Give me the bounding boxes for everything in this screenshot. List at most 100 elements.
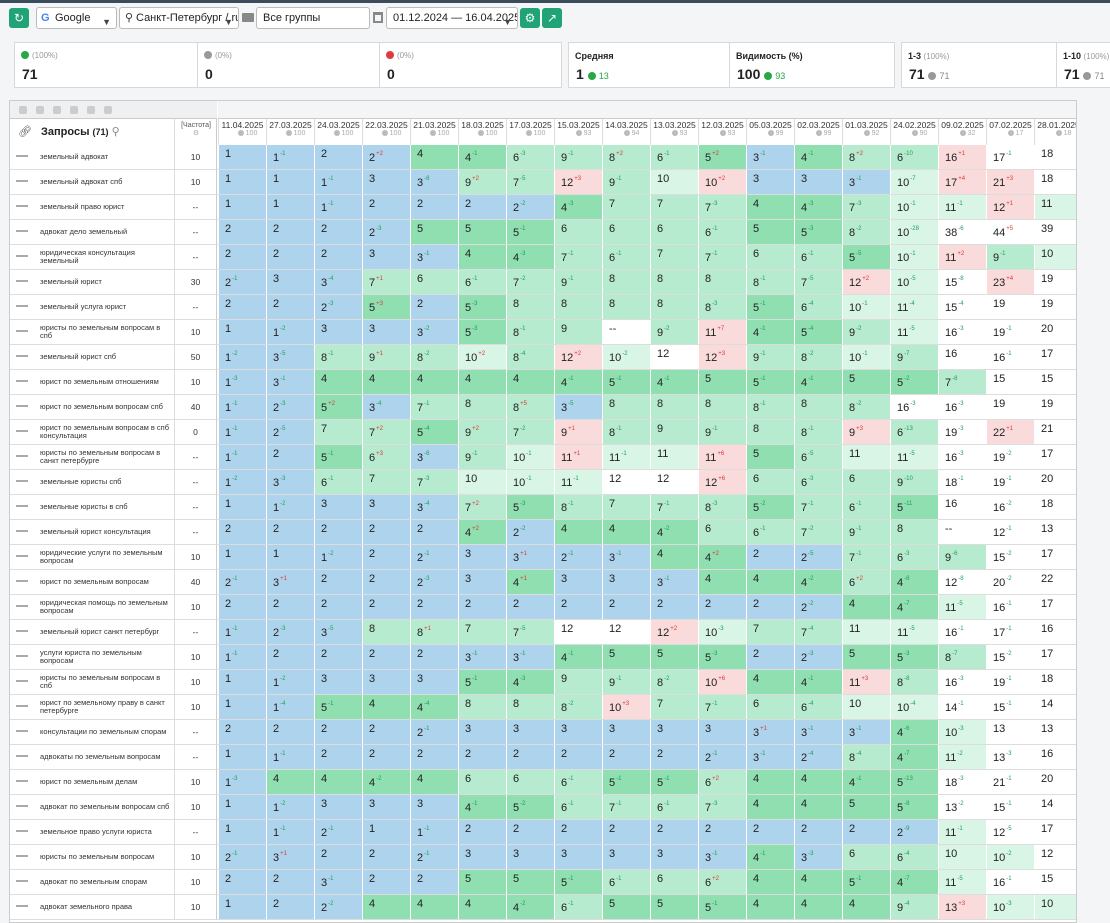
position-cell[interactable]: 11 (842, 620, 890, 644)
position-cell[interactable]: 20 (1034, 470, 1076, 494)
position-cell[interactable]: 5-3 (458, 295, 506, 319)
position-cell[interactable]: 6-1 (554, 895, 602, 919)
position-cell[interactable]: 4+1 (506, 570, 554, 594)
position-cell[interactable]: 3 (362, 170, 410, 194)
date-column-header[interactable]: 09.02.2025 32 (938, 119, 986, 145)
table-row[interactable]: юрист по земельным вопросам в спб консул… (10, 420, 1076, 445)
position-cell[interactable]: 1 (218, 820, 266, 844)
position-cell[interactable]: 7-5 (506, 620, 554, 644)
position-cell[interactable]: 8-2 (842, 395, 890, 419)
position-cell[interactable]: 19-3 (938, 420, 986, 444)
position-cell[interactable]: 6 (650, 220, 698, 244)
date-column-header[interactable]: 02.03.2025 99 (794, 119, 842, 145)
position-cell[interactable]: 22 (1034, 570, 1076, 594)
query-text[interactable]: юридическая помощь по земельным вопросам (40, 595, 170, 619)
position-cell[interactable]: 5+2 (314, 395, 362, 419)
drag-handle-icon[interactable] (16, 355, 28, 357)
position-cell[interactable]: 3+1 (266, 570, 314, 594)
search-icon[interactable]: ⚲ (112, 126, 120, 138)
position-cell[interactable]: 1 (218, 670, 266, 694)
position-cell[interactable]: 1 (218, 695, 266, 719)
drag-handle-icon[interactable] (16, 680, 28, 682)
position-cell[interactable]: 16 (1034, 745, 1076, 769)
position-cell[interactable]: 9-1 (554, 270, 602, 294)
position-cell[interactable]: 4 (314, 770, 362, 794)
drag-handle-icon[interactable] (16, 505, 28, 507)
position-cell[interactable]: 6-1 (602, 870, 650, 894)
position-cell[interactable]: 16 (938, 345, 986, 369)
position-cell[interactable]: 8+2 (602, 145, 650, 169)
position-cell[interactable]: 10-5 (890, 270, 938, 294)
position-cell[interactable]: 9+2 (458, 170, 506, 194)
position-cell[interactable]: 4 (458, 370, 506, 394)
date-column-header[interactable]: 27.03.2025 100 (266, 119, 314, 145)
period-select[interactable]: 01.12.2024 — 16.04.2025 ▼ (386, 7, 518, 29)
position-cell[interactable]: 4 (650, 545, 698, 569)
position-cell[interactable]: 19 (986, 395, 1034, 419)
query-text[interactable]: земельный право юрист (40, 195, 170, 219)
query-text[interactable]: юрист по земельному праву в санкт петерб… (40, 695, 170, 719)
position-cell[interactable]: 5 (746, 445, 794, 469)
position-cell[interactable]: 2 (266, 445, 314, 469)
position-cell[interactable]: 8-3 (698, 495, 746, 519)
query-text[interactable]: юридические услуги по земельным вопросам (40, 545, 170, 569)
position-cell[interactable]: 8-1 (602, 420, 650, 444)
position-cell[interactable]: 4+2 (458, 520, 506, 544)
position-cell[interactable]: 2 (650, 745, 698, 769)
position-cell[interactable]: 8 (698, 395, 746, 419)
table-row[interactable]: земельное право услуги юриста -- 1 1-1 2-1 1 1… (10, 820, 1076, 845)
position-cell[interactable]: 3-3 (794, 845, 842, 869)
position-cell[interactable]: 2 (314, 845, 362, 869)
position-cell[interactable]: 6-1 (602, 245, 650, 269)
position-cell[interactable]: 2 (314, 245, 362, 269)
date-column-header[interactable]: 24.03.2025 100 (314, 119, 362, 145)
position-cell[interactable]: 12 (650, 345, 698, 369)
drag-handle-icon[interactable] (16, 705, 28, 707)
position-cell[interactable]: 11+3 (842, 670, 890, 694)
position-cell[interactable]: 1-1 (218, 395, 266, 419)
position-cell[interactable]: 6-5 (794, 445, 842, 469)
position-cell[interactable]: 3 (410, 795, 458, 819)
table-row[interactable]: юридическая помощь по земельным вопросам… (10, 595, 1076, 620)
position-cell[interactable]: 4 (794, 795, 842, 819)
position-cell[interactable]: 4-7 (890, 595, 938, 619)
query-text[interactable]: земельный юрист (40, 270, 170, 294)
refresh-button[interactable]: ↻ (9, 8, 29, 28)
position-cell[interactable]: 6+2 (698, 870, 746, 894)
position-cell[interactable]: 13 (1034, 520, 1076, 544)
position-cell[interactable]: 12-1 (986, 520, 1034, 544)
position-cell[interactable]: 8-2 (794, 345, 842, 369)
position-cell[interactable]: 1 (266, 170, 314, 194)
position-cell[interactable]: 17 (1034, 345, 1076, 369)
position-cell[interactable]: 2-5 (794, 545, 842, 569)
position-cell[interactable]: 1 (266, 195, 314, 219)
position-cell[interactable]: 3-5 (266, 345, 314, 369)
date-column-header[interactable]: 21.03.2025 100 (410, 119, 458, 145)
position-cell[interactable]: 4-1 (650, 370, 698, 394)
position-cell[interactable]: 16-3 (938, 395, 986, 419)
position-cell[interactable]: 3-1 (746, 745, 794, 769)
position-cell[interactable]: 11-5 (938, 870, 986, 894)
position-cell[interactable]: 7-1 (698, 245, 746, 269)
position-cell[interactable]: 1-1 (218, 620, 266, 644)
position-cell[interactable]: 5-1 (746, 370, 794, 394)
position-cell[interactable]: 5-1 (506, 220, 554, 244)
table-row[interactable]: земельные юристы спб -- 1-2 3-3 6-1 7 7-3 10 10-… (10, 470, 1076, 495)
position-cell[interactable]: 2 (218, 720, 266, 744)
position-cell[interactable]: 1 (218, 495, 266, 519)
position-cell[interactable]: 3-1 (794, 720, 842, 744)
query-text[interactable]: консультации по земельным спорам (40, 720, 170, 744)
table-row[interactable]: земельный юрист консультация -- 2 2 2 2 2 4+2 2-… (10, 520, 1076, 545)
position-cell[interactable]: 2 (266, 295, 314, 319)
position-cell[interactable]: 1-1 (266, 745, 314, 769)
position-cell[interactable]: 18-3 (938, 770, 986, 794)
position-cell[interactable]: 6-3 (890, 545, 938, 569)
date-column-header[interactable]: 12.03.2025 93 (698, 119, 746, 145)
position-cell[interactable]: 2 (314, 645, 362, 669)
position-cell[interactable]: 2 (746, 545, 794, 569)
position-cell[interactable]: 4-1 (554, 370, 602, 394)
query-text[interactable]: адвокаты по земельным вопросам (40, 745, 170, 769)
position-cell[interactable]: 2 (266, 895, 314, 919)
position-cell[interactable]: 6 (602, 220, 650, 244)
position-cell[interactable]: 3 (506, 845, 554, 869)
